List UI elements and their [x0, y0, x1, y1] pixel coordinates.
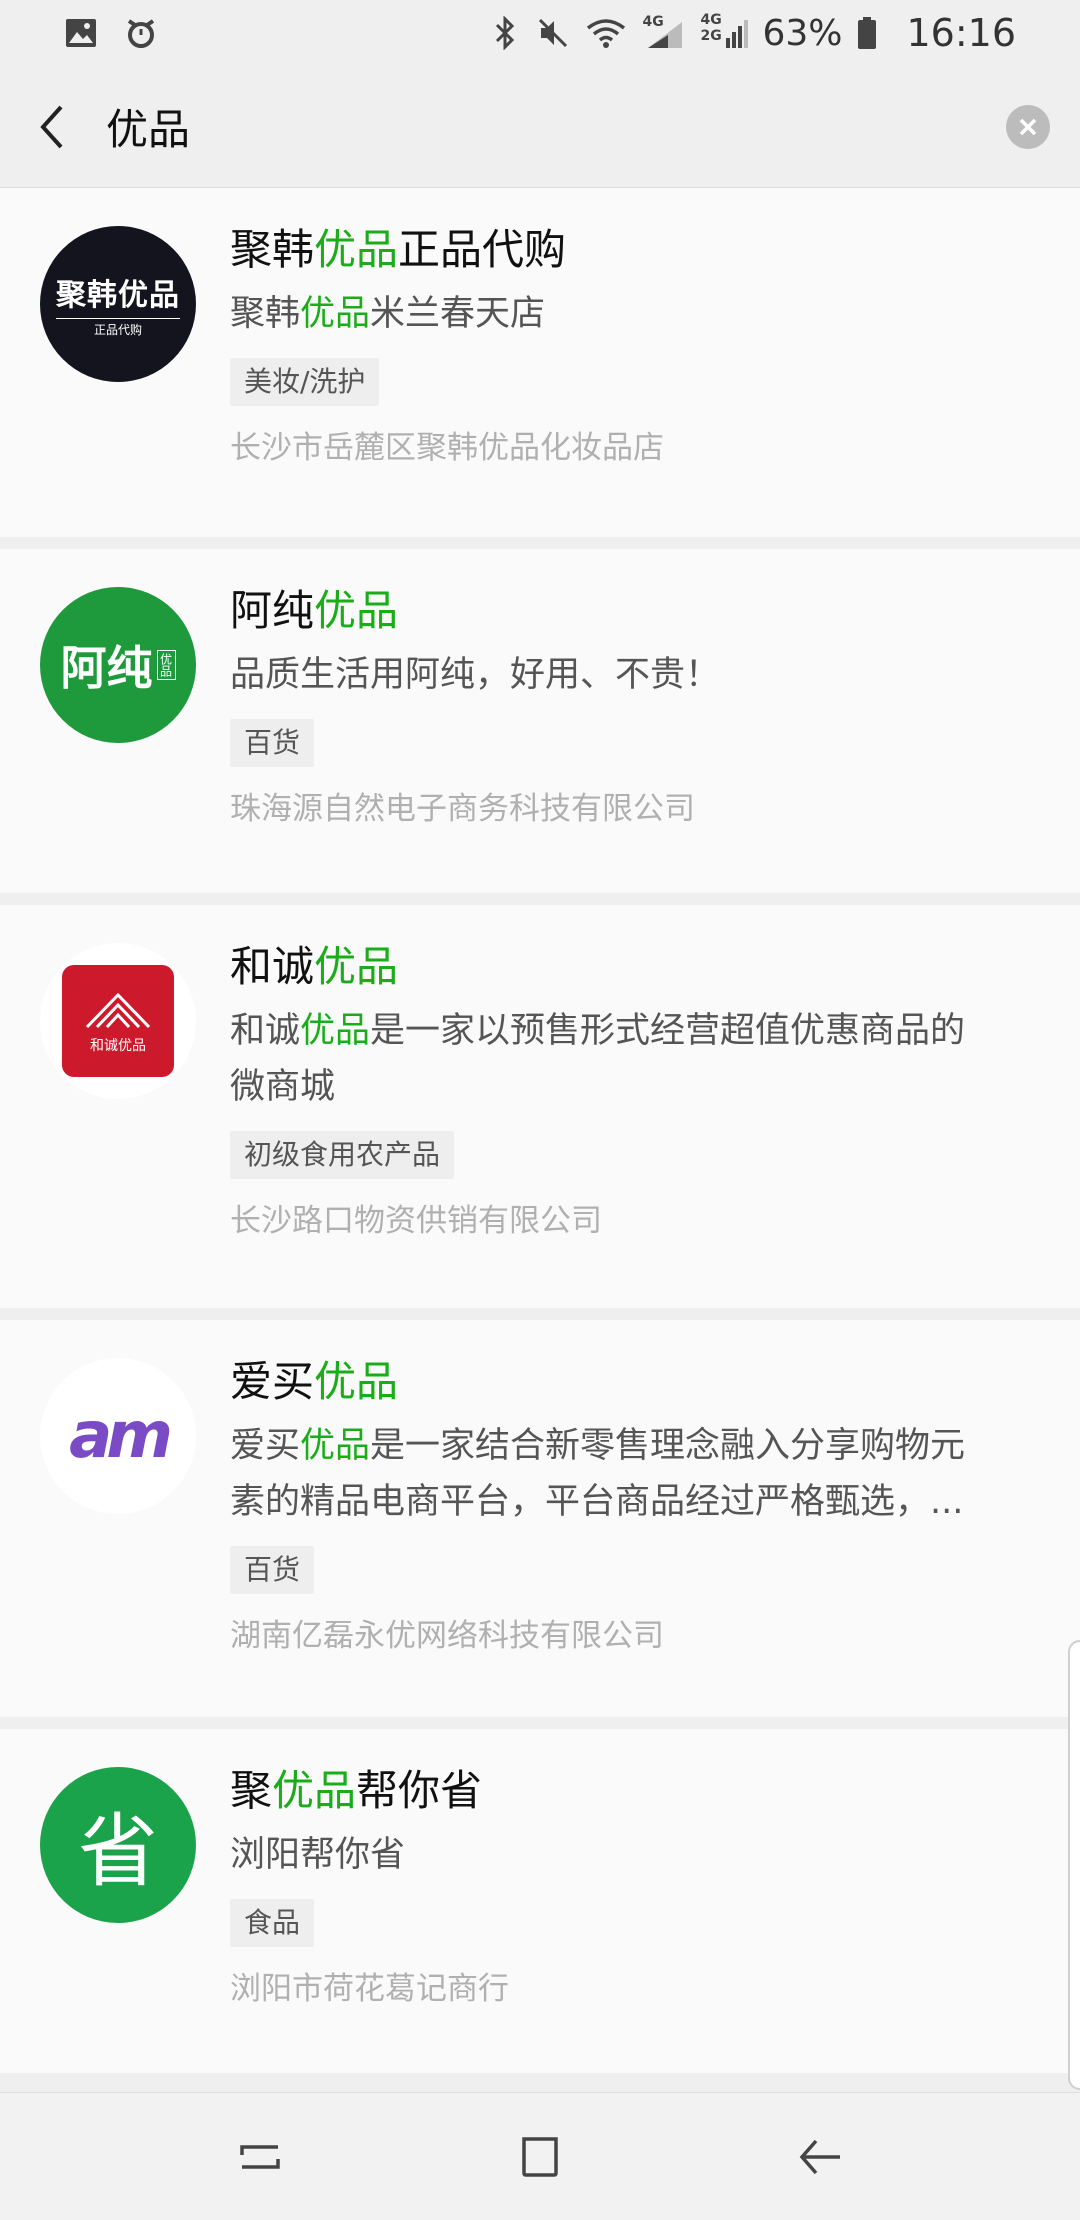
results-list: 聚韩优品 正品代购 聚韩优品正品代购 聚韩优品米兰春天店 美妆/洗护 长沙市岳麓… [0, 188, 1080, 2085]
name-highlight: 优品 [272, 1766, 357, 1815]
name-part: 和诚 [230, 942, 315, 991]
shop-logo: 和诚优品 [40, 943, 196, 1099]
result-card[interactable]: am 爱买优品 爱买优品是一家结合新零售理念融入分享购物元 素的精品电商平台，平台… [0, 1320, 1080, 1717]
recent-apps-icon [240, 2144, 280, 2169]
wifi-icon [584, 16, 628, 50]
name-highlight: 优品 [314, 225, 399, 274]
back-icon [799, 2139, 840, 2174]
shop-description: 品质生活用阿纯，好用、不贵！ [230, 647, 1040, 703]
company-name: 湖南亿磊永优网络科技有限公司 [230, 1618, 664, 1654]
shop-logo: am [40, 1358, 196, 1514]
network-label-2: 4G [700, 12, 722, 28]
image-icon [64, 16, 98, 50]
shop-description: 爱买优品是一家结合新零售理念融入分享购物元素的精品电商平台，平台商品经过严格甄选… [230, 1418, 1040, 1530]
signal-icon-1: 4G [642, 14, 686, 50]
shop-description: 和诚优品是一家以预售形式经营超值优惠商品的 微商城 [230, 1003, 1040, 1115]
desc-part: 和诚 [230, 1011, 301, 1051]
name-highlight: 优品 [314, 586, 399, 635]
company-name: 长沙路口物资供销有限公司 [230, 1203, 602, 1239]
logo-text: 和诚优品 [90, 1038, 146, 1054]
desc-part: 爱买 [230, 1426, 301, 1466]
result-card[interactable]: 阿纯 优品 阿纯优品 品质生活用阿纯，好用、不贵！ 百货 珠海源自然电子商务科技… [0, 549, 1080, 893]
back-nav-button[interactable] [780, 2117, 860, 2197]
fast-scroll-handle[interactable] [1068, 1640, 1080, 2090]
home-icon [522, 2136, 558, 2177]
logo-text: 聚韩优品 [56, 278, 180, 313]
logo-text: am [69, 1399, 173, 1473]
company-name: 珠海源自然电子商务科技有限公司 [230, 791, 695, 827]
company-name: 长沙市岳麓区聚韩优品化妆品店 [230, 430, 664, 466]
signal-icon-2: 4G 2G [700, 12, 749, 50]
desc-part: 微商城 [230, 1067, 336, 1107]
shop-description: 聚韩优品米兰春天店 [230, 286, 1040, 342]
name-part: 聚 [230, 1766, 273, 1815]
recent-apps-button[interactable] [220, 2117, 300, 2197]
status-right: 4G 4G 2G 63% 16:16 [488, 11, 1016, 55]
home-button[interactable] [500, 2117, 580, 2197]
company-name: 浏阳市荷花葛记商行 [230, 1971, 509, 2007]
system-nav-bar [0, 2092, 1080, 2220]
category-tag: 美妆/洗护 [230, 358, 380, 406]
status-bar: 4G 4G 2G 63% 16:16 [0, 0, 1080, 66]
desc-part: 聚韩 [230, 294, 301, 334]
name-part: 阿纯 [230, 586, 315, 635]
mute-icon [536, 16, 570, 50]
logo-subtext: 正品代购 [56, 318, 180, 338]
desc-part: 米兰春天店 [370, 294, 546, 334]
name-part: 爱买 [230, 1357, 315, 1406]
search-query[interactable]: 优品 [106, 96, 190, 157]
result-card[interactable]: 聚韩优品 正品代购 聚韩优品正品代购 聚韩优品米兰春天店 美妆/洗护 长沙市岳麓… [0, 188, 1080, 537]
chevrons-icon [85, 992, 151, 1029]
name-part: 帮你省 [356, 1766, 483, 1815]
category-tag: 百货 [230, 1546, 315, 1594]
name-part: 聚韩 [230, 225, 315, 274]
name-part: 正品代购 [398, 225, 567, 274]
desc-part: 浏阳帮你省 [230, 1835, 406, 1875]
back-arrow-icon [40, 105, 63, 148]
result-card[interactable]: 和诚优品 和诚优品 和诚优品是一家以预售形式经营超值优惠商品的 微商城 初级食用农… [0, 905, 1080, 1308]
clock: 16:16 [906, 11, 1016, 55]
logo-subtext: 优品 [156, 650, 176, 680]
desc-part: 是一家结合新零售理念融入分享购物元 [370, 1426, 966, 1466]
desc-highlight: 优品 [300, 1426, 371, 1466]
network-label-1: 4G [642, 14, 664, 30]
desc-highlight: 优品 [300, 1011, 371, 1051]
shop-description: 浏阳帮你省 [230, 1827, 1040, 1883]
battery-percent: 63% [762, 12, 843, 54]
category-tag: 食品 [230, 1899, 315, 1947]
desc-part: 品质生活用阿纯，好用、不贵！ [230, 655, 721, 695]
bluetooth-icon [488, 16, 522, 50]
shop-logo: 聚韩优品 正品代购 [40, 226, 196, 382]
desc-part: 素的精品电商平台，平台商品经过严格甄选，... [230, 1482, 964, 1522]
desc-highlight: 优品 [300, 294, 371, 334]
shop-logo: 省 [40, 1767, 196, 1923]
shop-name: 阿纯优品 [230, 585, 1040, 637]
desc-part: 是一家以预售形式经营超值优惠商品的 [370, 1011, 966, 1051]
clear-button[interactable] [1006, 105, 1050, 149]
screen: 4G 4G 2G 63% 16:16 优品 聚韩优品 正品代购 聚韩优品正品代购… [0, 0, 1080, 2220]
shop-name: 和诚优品 [230, 941, 1040, 993]
back-button[interactable] [2, 66, 102, 188]
category-tag: 初级食用农产品 [230, 1131, 455, 1179]
name-highlight: 优品 [314, 942, 399, 991]
logo-text: 省 [78, 1805, 158, 1898]
battery-icon [856, 16, 878, 50]
name-highlight: 优品 [314, 1357, 399, 1406]
logo-text: 阿纯 [60, 641, 153, 695]
shop-name: 聚韩优品正品代购 [230, 224, 1040, 276]
shop-name: 爱买优品 [230, 1356, 1040, 1408]
result-card[interactable]: 省 聚优品帮你省 浏阳帮你省 食品 浏阳市荷花葛记商行 [0, 1729, 1080, 2073]
clear-icon [1019, 118, 1037, 136]
network-label-3: 2G [700, 28, 722, 44]
shop-logo: 阿纯 优品 [40, 587, 196, 743]
search-header: 优品 [0, 66, 1080, 188]
alarm-icon [124, 16, 158, 50]
shop-name: 聚优品帮你省 [230, 1765, 1040, 1817]
status-left [64, 16, 158, 50]
category-tag: 百货 [230, 719, 315, 767]
